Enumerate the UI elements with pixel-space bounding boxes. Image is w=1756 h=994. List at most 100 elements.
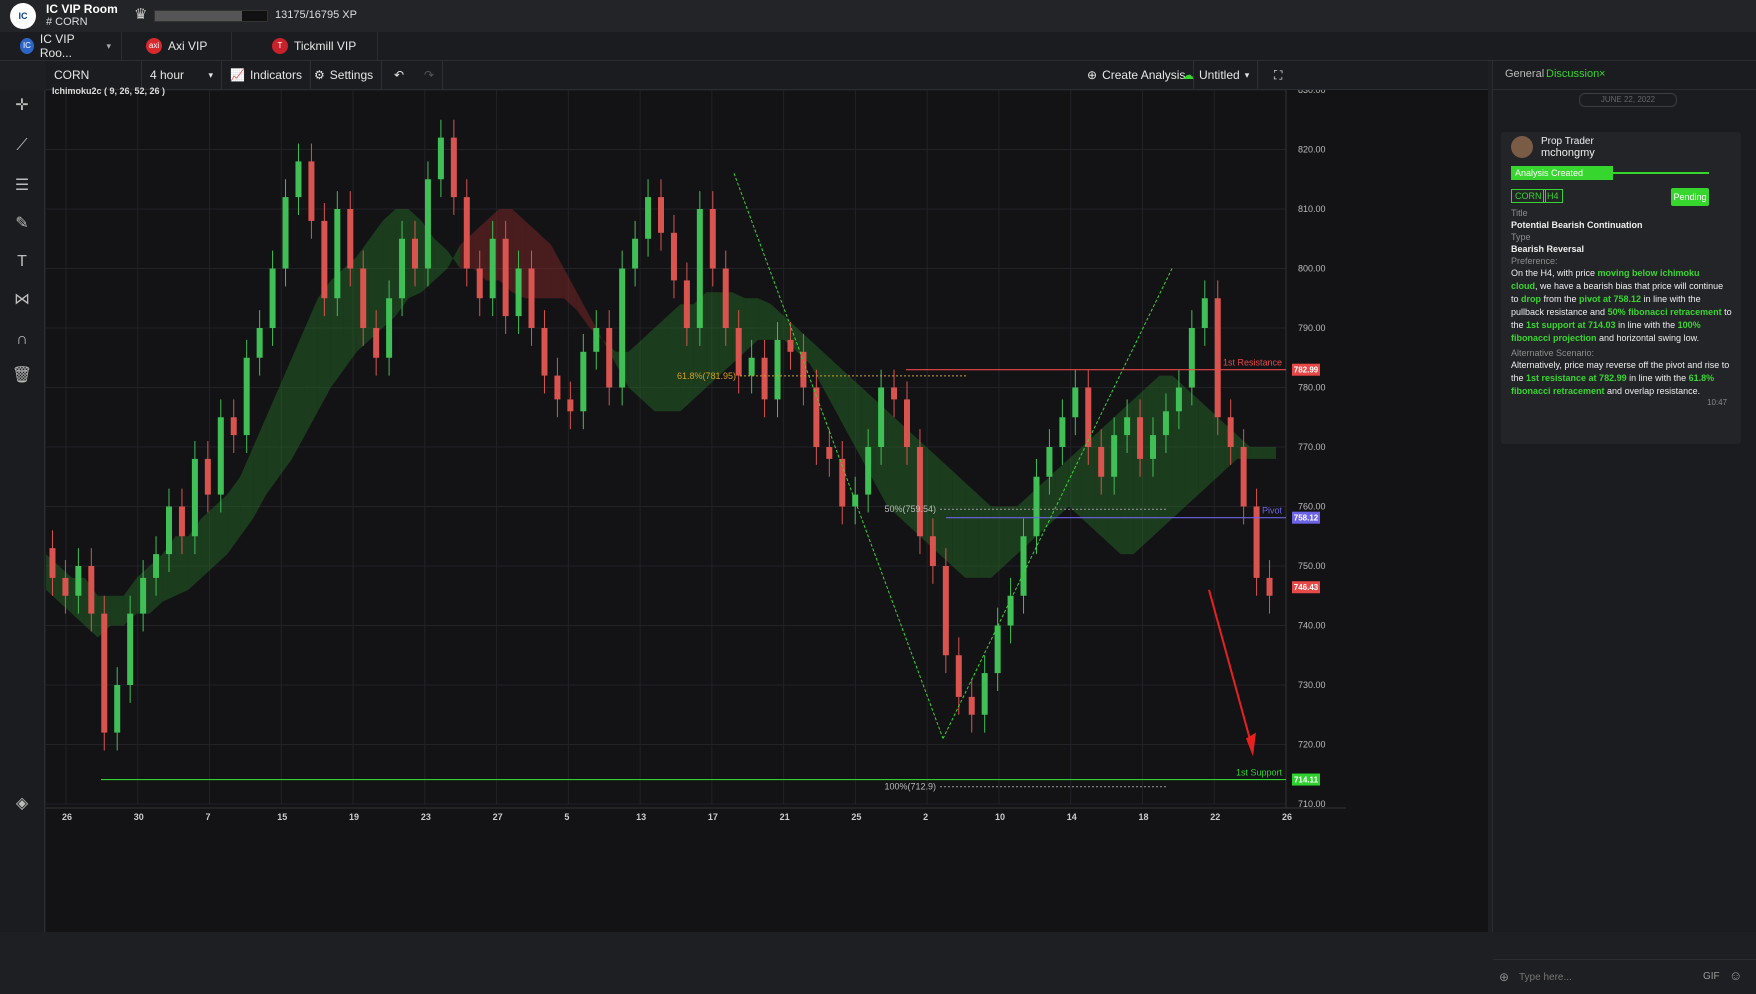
room-logo[interactable]: IC — [10, 3, 36, 29]
symbol-search[interactable]: CORN — [46, 61, 142, 89]
interval-select[interactable]: 4 hour ▾ — [142, 61, 222, 89]
timeframe-tag: H4 — [1543, 189, 1563, 203]
candle-body — [658, 197, 664, 233]
ichimoku-cloud-segment — [641, 328, 655, 412]
status-line — [1609, 172, 1709, 174]
x-tick-label: 10 — [995, 812, 1005, 822]
x-tick-label: 26 — [62, 812, 72, 822]
crosshair-icon[interactable]: ✛ — [10, 94, 34, 118]
candle-body — [554, 375, 561, 400]
candle-body — [373, 328, 380, 358]
candle-body — [528, 268, 535, 328]
tab-label: IC VIP Roo... — [39, 32, 75, 60]
tab-ic-vip-room[interactable]: IC IC VIP Roo... ▾ — [10, 32, 122, 60]
tab-tickmill-vip[interactable]: T Tickmill VIP — [262, 32, 378, 60]
candle-body — [515, 268, 522, 317]
highlight-text: 1st support at 714.03 — [1526, 320, 1616, 330]
preference-label: Preference: — [1511, 256, 1558, 266]
price-tag-label: 714.11 — [1294, 776, 1319, 785]
x-tick-label: 7 — [206, 812, 211, 822]
close-icon[interactable]: × — [1599, 68, 1605, 80]
candle-body — [360, 268, 367, 328]
trend-line-icon[interactable]: ⟋ — [10, 134, 34, 158]
ichimoku-cloud-segment — [240, 447, 254, 537]
highlight-text: 100% — [1677, 320, 1701, 330]
candle-body — [269, 268, 276, 328]
candle-body — [62, 577, 69, 596]
price-tag-label: 746.43 — [1294, 583, 1319, 592]
redo-icon: ↷ — [424, 68, 435, 82]
tab-label: Axi VIP — [168, 39, 208, 53]
price-chart[interactable]: 830.00 820.00 810.00 800.00 790.00 780.00 770.… — [46, 86, 1488, 932]
candle-body — [1059, 417, 1066, 447]
ichimoku-cloud-segment — [822, 351, 836, 412]
candle-body — [968, 696, 975, 715]
indicators-button[interactable]: 📈 Indicators — [222, 61, 311, 89]
title-label: Title — [1511, 208, 1528, 218]
text-tool-icon[interactable]: T — [10, 250, 34, 274]
text-span: and horizontal swing low. — [1596, 333, 1700, 343]
candle-body — [153, 554, 160, 578]
plus-icon[interactable]: ⊕ — [1499, 970, 1509, 984]
brush-icon[interactable]: ✎ — [10, 212, 34, 236]
ichimoku-cloud-segment — [563, 268, 577, 311]
text-line: the 1st support at 714.03 in line with t… — [1511, 320, 1701, 330]
redo-button[interactable]: ↷ — [416, 61, 444, 89]
ichimoku-cloud-segment — [266, 387, 280, 495]
text-span: the — [1511, 320, 1527, 330]
text-line: pullback resistance and 50% fibonacci re… — [1511, 307, 1732, 317]
ichimoku-cloud-segment — [667, 304, 681, 412]
status-banner: Analysis Created — [1511, 166, 1613, 180]
candle-body — [114, 685, 121, 733]
chevron-down-icon[interactable]: ▾ — [106, 41, 111, 52]
candle-body — [916, 447, 923, 537]
gif-button[interactable]: GIF — [1703, 971, 1720, 982]
candle-body — [580, 351, 587, 412]
candle-body — [450, 137, 457, 198]
candle-body — [774, 339, 781, 400]
highlight-text: 1st resistance at 782.99 — [1526, 373, 1627, 383]
candle-body — [632, 238, 639, 269]
x-tick-label: 14 — [1067, 812, 1077, 822]
plus-circle-icon: ⊕ — [1087, 68, 1098, 82]
y-tick-label: 750.00 — [1298, 561, 1326, 571]
text-span: Alternatively, price may reverse off the… — [1511, 360, 1730, 370]
fullscreen-button[interactable]: ⛶ — [1266, 61, 1290, 89]
x-tick-label: 26 — [1282, 812, 1292, 822]
trash-icon[interactable]: 🗑 — [10, 364, 34, 388]
highlight-text: moving below ichimoku — [1597, 268, 1700, 278]
chart-canvas[interactable]: 830.00 820.00 810.00 800.00 790.00 780.00 770.… — [46, 90, 1488, 932]
chevron-down-icon: ▾ — [208, 69, 213, 80]
pattern-tool-icon[interactable]: ⋈ — [10, 288, 34, 312]
analysis-title: Potential Bearish Continuation — [1511, 220, 1643, 230]
layout-select[interactable]: ☁ Untitled ▾ — [1174, 61, 1259, 89]
candle-body — [1150, 435, 1156, 459]
fib-tool-icon[interactable]: ☰ — [10, 174, 34, 198]
avatar[interactable] — [1511, 136, 1533, 158]
candle-body — [606, 328, 613, 388]
x-tick-label: 27 — [493, 812, 503, 822]
x-tick-label: 22 — [1210, 812, 1220, 822]
emoji-icon[interactable]: ☺ — [1729, 968, 1742, 983]
candle-body — [437, 137, 444, 180]
y-tick-label: 830.00 — [1298, 90, 1326, 95]
tab-discussion[interactable]: Discussion — [1546, 68, 1599, 80]
x-tick-label: 30 — [134, 812, 144, 822]
message-input[interactable] — [1517, 966, 1691, 988]
text-span: pullback resistance and — [1511, 307, 1608, 317]
candle-body — [1085, 387, 1092, 447]
settings-button[interactable]: ⚙ Settings — [306, 61, 383, 89]
highlight-text: 61.8% — [1688, 373, 1715, 383]
layers-icon[interactable]: ◈ — [10, 792, 34, 816]
undo-button[interactable]: ↶ — [386, 61, 412, 89]
tab-general[interactable]: General — [1505, 68, 1544, 80]
tab-axi-vip[interactable]: axi Axi VIP — [136, 32, 232, 60]
analysis-card: Prop Trader mchongmy Analysis Created CO… — [1501, 132, 1741, 444]
date-divider: JUNE 22, 2022 — [1579, 93, 1677, 107]
candle-body — [1033, 476, 1040, 537]
fib-level-label: 61.8%(781.95) — [677, 371, 736, 381]
type-label: Type — [1511, 232, 1531, 242]
ichimoku-cloud-segment — [576, 292, 590, 328]
magnet-icon[interactable]: ∩ — [10, 328, 34, 352]
price-tag-label: 782.99 — [1294, 366, 1319, 375]
